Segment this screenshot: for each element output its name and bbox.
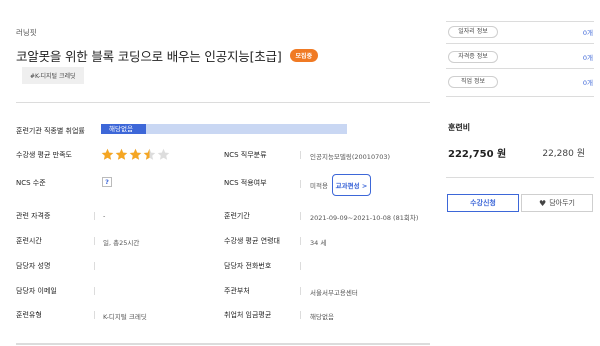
employment-rate-label: 훈련기관 직종별 취업률 bbox=[16, 127, 85, 135]
divider bbox=[94, 262, 95, 270]
star-icon bbox=[143, 148, 156, 161]
hours-value: 일, 총25시간 bbox=[103, 239, 140, 247]
divider bbox=[300, 262, 301, 270]
divider bbox=[16, 102, 430, 103]
divider bbox=[446, 68, 594, 69]
apply-button-label: 수강신청 bbox=[470, 199, 496, 207]
star-icon bbox=[101, 148, 114, 161]
info-pill[interactable]: 일자리 정보 bbox=[448, 26, 498, 38]
cert-value: - bbox=[103, 212, 106, 220]
avg-age-label: 수강생 평균 연령대 bbox=[224, 237, 280, 245]
agency-value: 서울서부고용센터 bbox=[310, 289, 358, 297]
divider bbox=[94, 311, 95, 319]
title-row: 코알못을 위한 블록 코딩으로 배우는 인공지능[초급] 모집중 bbox=[16, 46, 319, 65]
heart-icon: ♥ bbox=[539, 198, 547, 208]
type-value: K-디지털 크레딧 bbox=[103, 313, 147, 321]
divider bbox=[446, 21, 594, 22]
curriculum-button[interactable]: 교과편성 > bbox=[332, 174, 371, 196]
ncs-apply-value: 미적용 bbox=[310, 182, 328, 190]
fee-self-pay: 22,280 원 bbox=[542, 149, 585, 159]
info-row-jobs[interactable]: 일자리 정보 0개 bbox=[448, 26, 593, 38]
ncs-category-label: NCS 직무분류 bbox=[224, 151, 267, 159]
save-button-label: 담아두기 bbox=[549, 199, 575, 207]
employment-rate-bar: 해당없음 bbox=[101, 124, 347, 134]
hours-label: 훈련시간 bbox=[16, 237, 42, 245]
avg-age-value: 34 세 bbox=[310, 239, 327, 247]
course-detail-main: 러닝핏 코알못을 위한 블록 코딩으로 배우는 인공지능[초급] 모집중 #K-… bbox=[0, 0, 432, 346]
divider bbox=[446, 96, 594, 97]
period-value: 2021-09-09~2021-10-08 (81회차) bbox=[310, 214, 419, 222]
divider bbox=[94, 237, 95, 245]
ncs-category-value: 인공지능모델링(20010703) bbox=[310, 153, 391, 161]
info-pill[interactable]: 자격증 정보 bbox=[448, 51, 498, 63]
wage-value: 해당없음 bbox=[310, 313, 334, 321]
divider bbox=[94, 287, 95, 295]
info-row-certificates[interactable]: 자격증 정보 0개 bbox=[448, 51, 593, 63]
divider bbox=[446, 43, 594, 44]
star-icon bbox=[129, 148, 142, 161]
satisfaction-label: 수강생 평균 만족도 bbox=[16, 151, 72, 159]
sidebar: 일자리 정보 0개 자격증 정보 0개 직업 정보 0개 훈련비 222,750… bbox=[440, 0, 600, 346]
info-count[interactable]: 0개 bbox=[583, 27, 593, 37]
manager-email-label: 담당자 이메일 bbox=[16, 287, 57, 295]
course-title: 코알못을 위한 블록 코딩으로 배우는 인공지능[초급] bbox=[16, 49, 282, 64]
divider bbox=[300, 180, 301, 188]
star-icon bbox=[157, 148, 170, 161]
agency-label: 주관부처 bbox=[224, 287, 250, 295]
divider bbox=[300, 212, 301, 220]
apply-button[interactable]: 수강신청 bbox=[447, 194, 519, 212]
type-label: 훈련유형 bbox=[16, 311, 42, 319]
divider bbox=[300, 237, 301, 245]
info-pill[interactable]: 직업 정보 bbox=[448, 76, 498, 88]
period-label: 훈련기간 bbox=[224, 212, 250, 220]
divider bbox=[300, 311, 301, 319]
provider-name: 러닝핏 bbox=[16, 28, 37, 37]
manager-phone-label: 담당자 전화번호 bbox=[224, 262, 272, 270]
divider bbox=[300, 287, 301, 295]
manager-name-label: 담당자 성명 bbox=[16, 262, 51, 270]
divider bbox=[300, 151, 301, 159]
divider bbox=[446, 177, 594, 178]
fee-amount: 222,750 원 bbox=[448, 149, 507, 160]
recruiting-badge: 모집중 bbox=[289, 49, 319, 62]
cert-label: 관련 자격증 bbox=[16, 212, 51, 220]
employment-rate-fill: 해당없음 bbox=[101, 124, 146, 134]
divider bbox=[16, 343, 430, 345]
satisfaction-stars bbox=[101, 148, 171, 161]
divider bbox=[94, 212, 95, 220]
info-row-occupations[interactable]: 직업 정보 0개 bbox=[448, 76, 593, 88]
info-count[interactable]: 0개 bbox=[583, 52, 593, 62]
ncs-apply-label: NCS 적용여부 bbox=[224, 179, 267, 187]
star-icon bbox=[115, 148, 128, 161]
ncs-level-label: NCS 수준 bbox=[16, 179, 46, 187]
fee-label: 훈련비 bbox=[448, 123, 471, 132]
ncs-level-help-icon[interactable]: ? bbox=[102, 177, 112, 187]
course-tag[interactable]: #K-디지털 크레딧 bbox=[22, 67, 84, 84]
wage-label: 취업처 임금평균 bbox=[224, 311, 272, 319]
save-button[interactable]: ♥ 담아두기 bbox=[521, 194, 593, 212]
info-count[interactable]: 0개 bbox=[583, 77, 593, 87]
